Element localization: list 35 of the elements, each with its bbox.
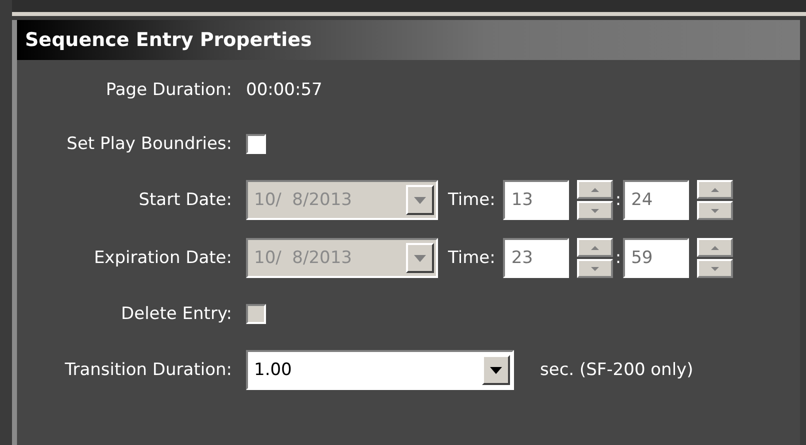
up-arrow-icon xyxy=(591,246,600,250)
down-arrow-icon xyxy=(711,208,720,212)
unit-note: sec. (SF-200 only) xyxy=(540,360,694,380)
duration-dropdown[interactable]: 1.00 xyxy=(246,350,514,390)
spin-down-button[interactable] xyxy=(577,259,614,278)
time-separator: : xyxy=(615,190,622,210)
spin-down-button[interactable] xyxy=(697,259,734,278)
down-arrow-icon xyxy=(711,266,720,270)
down-arrow-icon xyxy=(591,208,600,212)
up-arrow-icon xyxy=(711,246,720,250)
dropdown-arrow-icon xyxy=(414,196,426,204)
spin-up-button[interactable] xyxy=(577,238,614,257)
checkbox[interactable] xyxy=(246,134,266,154)
dropdown-button[interactable] xyxy=(482,355,510,385)
field-label: Page Duration: xyxy=(106,80,232,100)
time-label: Time: xyxy=(448,190,496,210)
up-arrow-icon xyxy=(711,188,720,192)
dropdown-arrow-icon xyxy=(490,366,502,374)
duration-value: 00:00:57 xyxy=(246,80,322,100)
down-arrow-icon xyxy=(591,266,600,270)
field-label: Set Play Boundries: xyxy=(66,134,232,154)
dropdown-arrow-icon xyxy=(414,254,426,262)
up-arrow-icon xyxy=(591,188,600,192)
time-separator: : xyxy=(615,248,622,268)
spin-down-button[interactable] xyxy=(577,201,614,220)
field-label: Expiration Date: xyxy=(94,248,232,268)
spin-up-button[interactable] xyxy=(697,238,734,257)
field-label: Transition Duration: xyxy=(64,360,232,380)
spin-down-button[interactable] xyxy=(697,201,734,220)
time-label: Time: xyxy=(448,248,496,268)
field-label: Start Date: xyxy=(138,190,232,210)
spin-up-button[interactable] xyxy=(577,180,614,199)
field-label: Delete Entry: xyxy=(121,304,232,324)
panel-title: Sequence Entry Properties xyxy=(17,20,800,60)
spin-up-button[interactable] xyxy=(697,180,734,199)
